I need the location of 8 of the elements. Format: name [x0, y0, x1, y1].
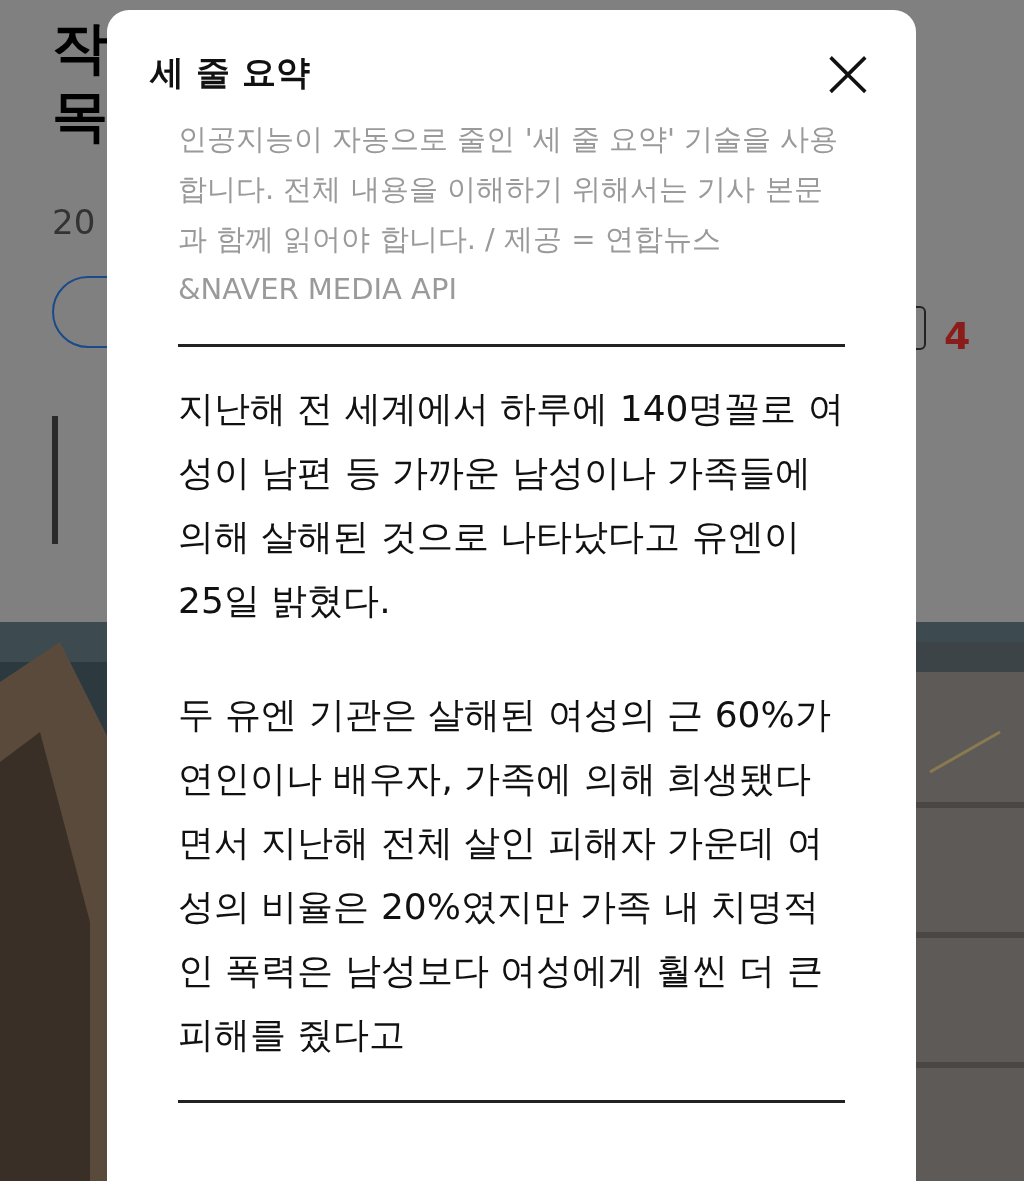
summary-paragraph: 두 유엔 기관은 살해된 여성의 근 60%가 연인이나 배우자, 가족에 의해 희생됐다면서 지난해 전체 살인 피해자 가운데 여성의 비율은 20%였지만 가족 내 치명적인 폭력은 남성보다 여성에게 훨씬 더 큰 피해를 줬다고: [178, 693, 832, 1057]
article-date: 20: [52, 202, 96, 242]
article-title: 작: [52, 14, 108, 82]
summary-notice: 인공지능이 자동으로 줄인 '세 줄 요약' 기술을 사용 합니다. 전체 내용을 이해하기 위해서는 기사 본문과 함께 읽어야 합니다. / 제공 = 연합뉴스 &NAVER MEDIA API: [178, 121, 840, 308]
article-title: 목: [52, 82, 108, 150]
close-button[interactable]: ×: [818, 40, 878, 104]
dialog-title: 세 줄 요약: [150, 50, 310, 94]
summary-paragraph: 지난해 전 세계에서 하루에 140명꼴로 여성이 남편 등 가까운 남성이나 가족들에 의해 살해된 것으로 나타났다고 유엔이 25일 밝혔다.: [178, 387, 845, 623]
